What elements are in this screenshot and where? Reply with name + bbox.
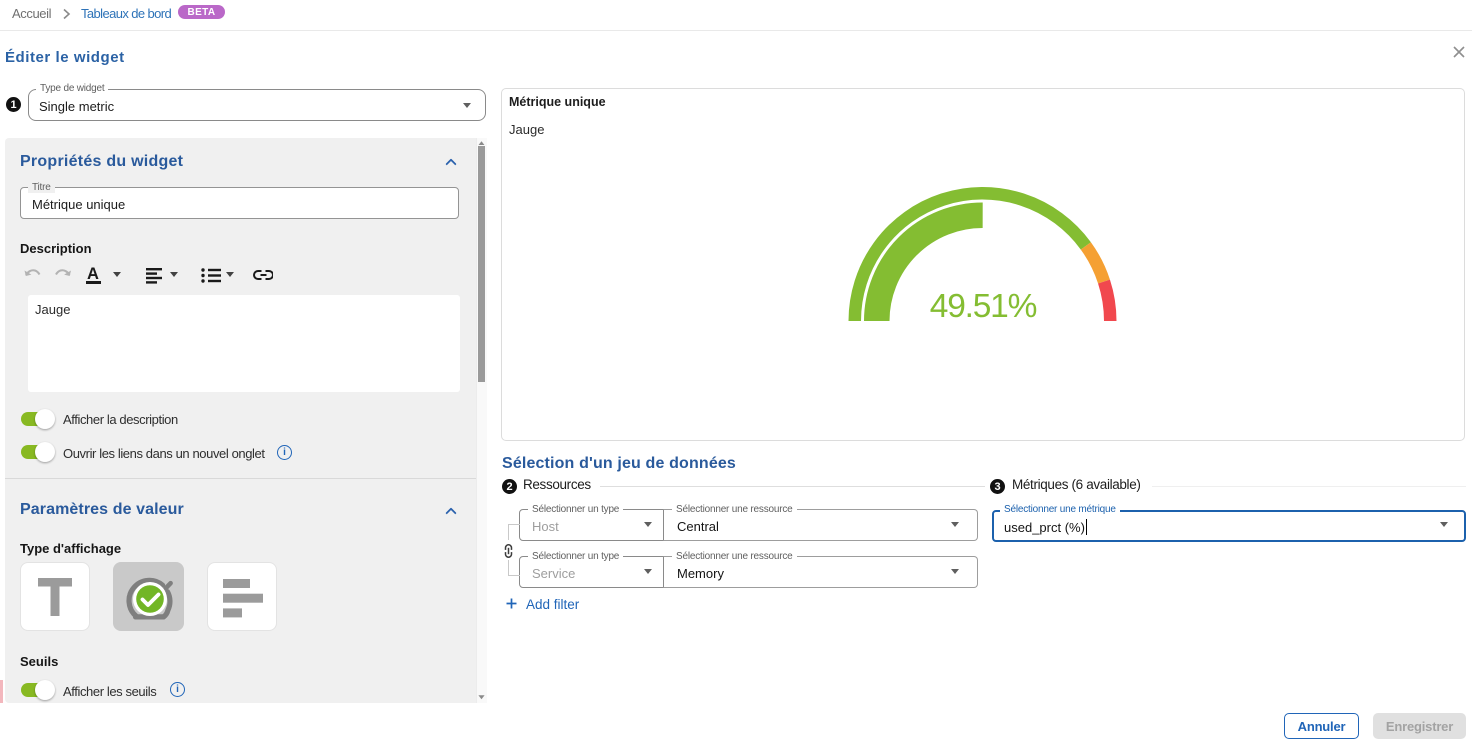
svg-text:A: A xyxy=(87,266,99,283)
